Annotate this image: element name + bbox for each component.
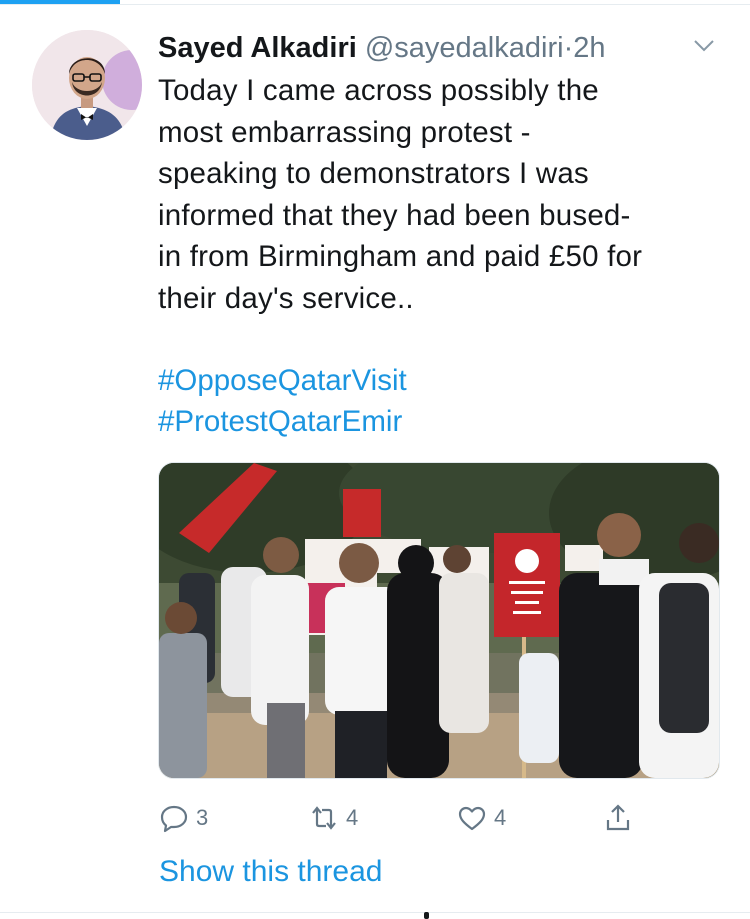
retweet-count: 4 [346, 805, 359, 830]
show-thread-link[interactable]: Show this thread [159, 852, 382, 892]
like-count: 4 [494, 805, 507, 830]
retweet-icon [312, 806, 336, 830]
like-icon [458, 806, 486, 831]
hashtag-link[interactable]: #ProtestQatarEmir [158, 401, 728, 442]
reply-button[interactable]: 3 [158, 796, 208, 840]
separator-dot: · [563, 32, 574, 64]
retweet-button[interactable]: 4 [308, 796, 358, 840]
bottom-divider [0, 912, 750, 913]
share-button[interactable] [602, 796, 634, 840]
share-icon [606, 804, 630, 831]
tweet: Sayed Alkadiri @sayedalkadiri·2h Today I… [158, 28, 728, 442]
hashtag-link[interactable]: #OpposeQatarVisit [158, 360, 728, 401]
reply-icon [160, 805, 188, 833]
avatar[interactable] [32, 30, 142, 140]
author-name[interactable]: Sayed Alkadiri [158, 32, 357, 64]
chevron-down-icon[interactable] [692, 34, 716, 58]
tweet-photo[interactable] [158, 462, 720, 779]
tweet-header: Sayed Alkadiri @sayedalkadiri·2h [158, 28, 728, 68]
like-button[interactable]: 4 [456, 796, 506, 840]
hashtag-list: #OpposeQatarVisit #ProtestQatarEmir [158, 360, 728, 442]
author-handle[interactable]: @sayedalkadiri [365, 32, 564, 64]
protest-photo [159, 463, 719, 778]
reply-count: 3 [196, 805, 209, 830]
tweet-text: Today I came across possibly the most em… [158, 74, 643, 315]
timestamp[interactable]: 2h [573, 32, 605, 64]
top-divider [0, 4, 750, 5]
avatar-photo [32, 30, 142, 140]
next-tweet-edge [424, 912, 429, 919]
tweet-actions: 3 4 4 [158, 796, 718, 840]
